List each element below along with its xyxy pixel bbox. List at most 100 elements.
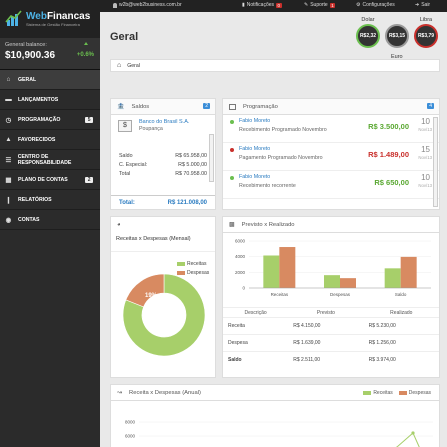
currency-value: R$3,15 — [388, 33, 406, 39]
nav-item[interactable]: ◷ PROGRAMAÇÃO 5 — [0, 110, 100, 130]
bar[interactable] — [263, 255, 280, 288]
row-label: Saldo — [119, 153, 133, 159]
calendar-icon — [229, 103, 236, 110]
support-count: 1 — [329, 2, 336, 8]
y-tick-label: 6000 — [125, 434, 136, 439]
column-header: Realizado — [363, 307, 439, 318]
nav-label: FAVORECIDOS — [18, 136, 56, 143]
list-icon: ☰ — [5, 156, 12, 164]
home-icon[interactable]: ⌂ — [117, 62, 121, 69]
legend-label: Receitas — [373, 390, 393, 396]
schedule-item[interactable]: Fabio Moreto Recebimento recorrente R$ 650… — [223, 171, 439, 199]
payee-name: Fabio Moreto — [239, 174, 271, 180]
panel-header: ↝ Receita x Despesas (Anual) Receitas De… — [111, 385, 439, 401]
bar[interactable] — [400, 256, 417, 288]
nav-item[interactable]: ▲ FAVORECIDOS — [0, 130, 100, 150]
row-value: R$ 5.000,00 — [178, 162, 207, 168]
notifications-button[interactable]: ▮ Notificações 0 — [242, 2, 282, 8]
schedule-day: 10 — [421, 117, 430, 126]
chat-icon: ▮ — [242, 2, 245, 8]
schedule-amount: R$ 1.489,00 — [368, 150, 409, 159]
user-menu[interactable]: w2b@web2business.com.br — [113, 2, 182, 8]
panel-title: Saldos — [131, 103, 150, 110]
nav-item[interactable]: ▬ LANÇAMENTOS — [0, 90, 100, 110]
schedule-day: 15 — [421, 145, 430, 154]
settings-button[interactable]: ⚙ Configurações — [356, 2, 395, 8]
schedule-item[interactable]: Fabio Moreto Pagamento Programado Novembr… — [223, 143, 439, 171]
support-icon: ✎ — [304, 2, 309, 8]
currency-libra: Libra R$3,79 — [413, 17, 439, 48]
notifications-label: Notificações — [246, 2, 274, 8]
currency-label: Libra — [419, 17, 433, 23]
nav-item[interactable]: ▦ PLANO DE CONTAS 2 — [0, 170, 100, 190]
panel-title: Previsto x Realizado — [241, 221, 295, 228]
table-cell: R$ 1.639,00 — [288, 334, 364, 352]
bar[interactable] — [279, 247, 296, 288]
bank-name: Banco do Brasil S.A. — [139, 119, 190, 125]
schedule-day: 10 — [421, 173, 430, 182]
nav-item[interactable]: ⌂ GERAL — [0, 70, 100, 90]
bar-chart-icon: ▩ — [229, 222, 235, 228]
main-content: Geral Dolar R$2,32 R$3,15 Euro Libra R$3… — [100, 12, 447, 447]
nav-label: GERAL — [18, 76, 37, 83]
nav-item[interactable]: ◉ CONTAS — [0, 210, 100, 230]
table-row: Saldo R$ 2.511,00 R$ 3.974,00 — [223, 351, 439, 369]
saldo-total: Total: R$ 121.008,00 — [111, 195, 215, 209]
y-tick-label: 8000 — [125, 420, 136, 425]
nav-label: PROGRAMAÇÃO — [18, 116, 61, 123]
bar[interactable] — [324, 275, 340, 288]
table-row: Despesa R$ 1.639,00 R$ 1.256,00 — [223, 334, 439, 352]
schedule-item[interactable]: Fabio Moreto Recebimento Programado Novem… — [223, 115, 439, 143]
scrollbar[interactable] — [433, 117, 438, 207]
data-point[interactable] — [411, 431, 415, 435]
scrollbar[interactable] — [209, 134, 214, 182]
bar[interactable] — [384, 268, 401, 288]
logo-chart-icon — [5, 10, 23, 28]
nav-item[interactable]: ❙ RELATÓRIOS — [0, 190, 100, 210]
breadcrumb: ⌂ Geral — [110, 59, 440, 72]
y-tick-label: 6000 — [235, 239, 246, 244]
user-icon — [113, 2, 117, 8]
sidebar: WebFinancas Sistema de Gestão Financeira… — [0, 0, 100, 447]
currency-label: Dolar — [361, 17, 375, 23]
gear-icon: ⚙ — [356, 2, 361, 8]
breadcrumb-item[interactable]: Geral — [127, 63, 140, 69]
money-icon: ▬ — [5, 96, 12, 103]
y-tick-label: 0 — [242, 286, 245, 291]
series-line — [395, 432, 420, 447]
legend-swatch — [177, 262, 185, 266]
brand-logo[interactable]: WebFinancas Sistema de Gestão Financeira — [0, 0, 100, 38]
pie-slice[interactable] — [125, 273, 165, 308]
support-button[interactable]: ✎ Suporte 1 — [304, 2, 336, 8]
bank-account[interactable]: $ Banco do Brasil S.A. Poupança — [111, 115, 215, 145]
table-cell: R$ 3.974,00 — [363, 351, 439, 369]
saldo-row: Saldo R$ 65.958,00 — [111, 153, 215, 159]
users-icon: ◉ — [5, 216, 12, 224]
row-label: Total — [119, 171, 131, 175]
general-balance: General balance: $10,900.36 +0.6% — [0, 38, 100, 70]
panel-header: ◕ — [111, 217, 215, 233]
support-label: Suporte — [310, 2, 328, 8]
nav-label: CONTAS — [18, 216, 40, 223]
brand-name-a: Web — [26, 10, 47, 22]
table-header-row: Descrição Previsto Realizado — [223, 307, 439, 318]
currency-badge: R$2,32 — [356, 24, 380, 48]
table-cell: Despesa — [223, 334, 289, 352]
table-cell: R$ 5.230,00 — [363, 317, 439, 335]
payee-name: Fabio Moreto — [239, 146, 271, 152]
grid-icon: ▦ — [5, 176, 12, 184]
nav-label: LANÇAMENTOS — [18, 96, 59, 103]
row-value: R$ 70.958,00 — [175, 171, 207, 175]
currency-badge: R$3,79 — [414, 24, 438, 48]
programacao-panel: Programação 4 Fabio Moreto Recebimento Pr… — [222, 98, 440, 210]
nav-count: 2 — [85, 176, 93, 183]
legend-item: Despesas — [398, 390, 431, 396]
page-title: Geral — [110, 31, 139, 43]
main-nav: ⌂ GERAL ▬ LANÇAMENTOS ◷ PROGRAMAÇÃO 5 ▲ FAVORECI… — [0, 70, 100, 230]
saldo-rows: Saldo R$ 65.958,00 C. Especial: R$ 5.000,0… — [111, 153, 215, 175]
logout-button[interactable]: ➜ Sair — [415, 2, 430, 8]
bar[interactable] — [340, 278, 356, 288]
column-header: Descrição — [223, 307, 289, 318]
arrow-right-icon: ➜ — [415, 2, 420, 8]
nav-item[interactable]: ☰ CENTRO DE RESPONSABILIDADE — [0, 150, 100, 170]
